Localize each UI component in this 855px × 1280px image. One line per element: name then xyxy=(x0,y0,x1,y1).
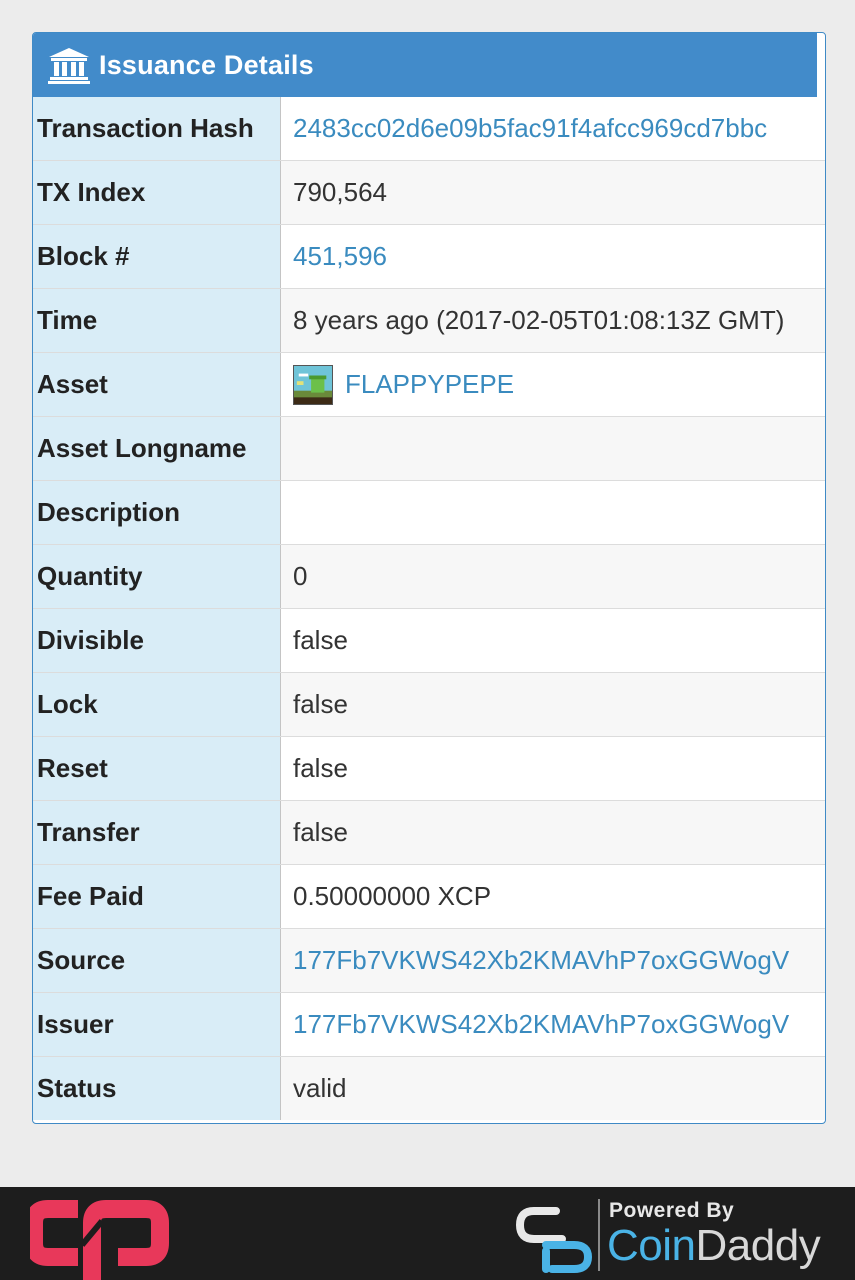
row-label: Lock xyxy=(33,672,281,737)
row-label: Transfer xyxy=(33,800,281,865)
row-value: FLAPPYPEPE xyxy=(280,352,825,417)
brand-coin: Coin xyxy=(607,1221,696,1270)
table-row: Status valid xyxy=(33,1056,825,1120)
reset-value: false xyxy=(280,736,825,801)
table-row: Source 177Fb7VKWS42Xb2KMAVhP7oxGGWogV xyxy=(33,928,825,993)
row-label: Transaction Hash xyxy=(33,97,281,161)
status-value: valid xyxy=(280,1056,825,1120)
table-row: Transaction Hash 2483cc02d6e09b5fac91f4a… xyxy=(33,97,825,161)
table-row: Asset Longname xyxy=(33,416,825,481)
table-row: Fee Paid 0.50000000 XCP xyxy=(33,864,825,929)
time-value: 8 years ago (2017-02-05T01:08:13Z GMT) xyxy=(280,288,825,353)
asset-wrap: FLAPPYPEPE xyxy=(293,364,825,405)
footer-divider xyxy=(598,1199,600,1271)
row-label: Status xyxy=(33,1056,281,1120)
details-table: Transaction Hash 2483cc02d6e09b5fac91f4a… xyxy=(33,97,825,1120)
row-label: Asset xyxy=(33,352,281,417)
coindaddy-brand[interactable]: CoinDaddy xyxy=(607,1221,821,1271)
row-value: 177Fb7VKWS42Xb2KMAVhP7oxGGWogV xyxy=(280,992,825,1057)
counterparty-logo[interactable] xyxy=(30,1197,170,1280)
table-row: Description xyxy=(33,480,825,545)
asset-thumbnail[interactable] xyxy=(293,364,333,405)
row-label: Block # xyxy=(33,224,281,289)
table-row: Divisible false xyxy=(33,608,825,673)
asset-longname-value xyxy=(280,416,825,481)
table-row: Block # 451,596 xyxy=(33,224,825,289)
row-value: 177Fb7VKWS42Xb2KMAVhP7oxGGWogV xyxy=(280,928,825,993)
coindaddy-logo-icon[interactable] xyxy=(516,1205,594,1275)
table-row: Quantity 0 xyxy=(33,544,825,609)
issuance-details-panel: Issuance Details Transaction Hash 2483cc… xyxy=(32,32,826,1124)
transfer-value: false xyxy=(280,800,825,865)
table-row: Lock false xyxy=(33,672,825,737)
row-label: Fee Paid xyxy=(33,864,281,929)
row-label: TX Index xyxy=(33,160,281,225)
table-row: Issuer 177Fb7VKWS42Xb2KMAVhP7oxGGWogV xyxy=(33,992,825,1057)
divisible-value: false xyxy=(280,608,825,673)
brand-daddy: Daddy xyxy=(695,1221,821,1270)
table-row: Transfer false xyxy=(33,800,825,865)
row-label: Issuer xyxy=(33,992,281,1057)
row-value: 451,596 xyxy=(280,224,825,289)
table-row: TX Index 790,564 xyxy=(33,160,825,225)
row-label: Description xyxy=(33,480,281,545)
lock-value: false xyxy=(280,672,825,737)
row-label: Divisible xyxy=(33,608,281,673)
row-label: Asset Longname xyxy=(33,416,281,481)
tx-index-value: 790,564 xyxy=(280,160,825,225)
asset-link[interactable]: FLAPPYPEPE xyxy=(345,369,514,400)
bank-icon xyxy=(48,48,90,84)
footer: Powered By CoinDaddy xyxy=(0,1187,855,1280)
panel-title: Issuance Details xyxy=(99,49,314,80)
description-value xyxy=(280,480,825,545)
table-row: Time 8 years ago (2017-02-05T01:08:13Z G… xyxy=(33,288,825,353)
block-link[interactable]: 451,596 xyxy=(293,241,387,271)
page: Issuance Details Transaction Hash 2483cc… xyxy=(0,0,855,1280)
powered-by-text: Powered By xyxy=(609,1199,735,1222)
row-label: Reset xyxy=(33,736,281,801)
table-row: Reset false xyxy=(33,736,825,801)
source-address-link[interactable]: 177Fb7VKWS42Xb2KMAVhP7oxGGWogV xyxy=(293,945,789,975)
row-value: 2483cc02d6e09b5fac91f4afcc969cd7bbc xyxy=(280,97,825,161)
transaction-hash-link[interactable]: 2483cc02d6e09b5fac91f4afcc969cd7bbc xyxy=(293,113,767,143)
row-label: Quantity xyxy=(33,544,281,609)
row-label: Time xyxy=(33,288,281,353)
issuer-address-link[interactable]: 177Fb7VKWS42Xb2KMAVhP7oxGGWogV xyxy=(293,1009,789,1039)
table-row: Asset FLAPPYPEPE xyxy=(33,352,825,417)
fee-paid-value: 0.50000000 XCP xyxy=(280,864,825,929)
panel-header: Issuance Details xyxy=(33,33,825,97)
row-label: Source xyxy=(33,928,281,993)
quantity-value: 0 xyxy=(280,544,825,609)
